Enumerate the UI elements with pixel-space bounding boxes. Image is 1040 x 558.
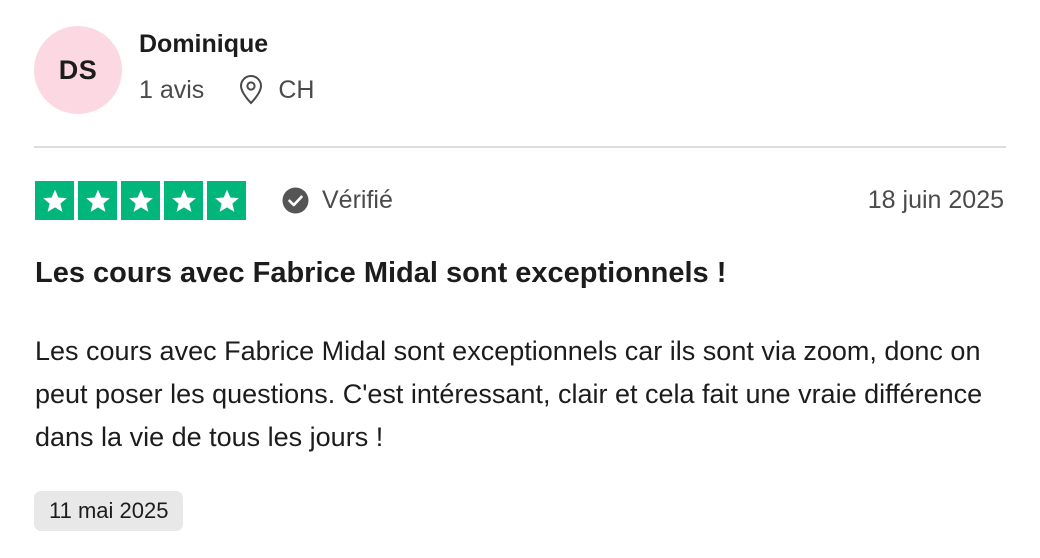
star-icon: [35, 181, 74, 220]
verified-label: Vérifié: [322, 185, 393, 214]
review-title[interactable]: Les cours avec Fabrice Midal sont except…: [35, 254, 995, 292]
review-card: DS Dominique 1 avis CH Vérifié 18 juin 2…: [0, 0, 1040, 558]
review-count: 1 avis: [139, 75, 205, 104]
verified-badge[interactable]: Vérifié: [282, 182, 393, 218]
reviewer-name[interactable]: Dominique: [139, 30, 268, 59]
experience-date-badge: 11 mai 2025: [34, 491, 184, 531]
star-icon: [207, 181, 246, 220]
review-date: 18 juin 2025: [867, 185, 1004, 214]
avatar-initials: DS: [58, 54, 98, 85]
check-circle-icon: [282, 187, 309, 214]
reviewer-meta: 1 avis CH: [139, 74, 314, 106]
star-icon: [164, 181, 203, 220]
divider: [34, 146, 1006, 148]
review-body: Les cours avec Fabrice Midal sont except…: [35, 336, 983, 452]
star-icon: [78, 181, 117, 220]
avatar[interactable]: DS: [34, 26, 122, 114]
location-pin-icon: [238, 75, 264, 105]
star-icon: [121, 181, 160, 220]
reviewer-country: CH: [278, 75, 315, 104]
experience-date: 11 mai 2025: [49, 498, 169, 523]
star-rating: [35, 181, 246, 220]
